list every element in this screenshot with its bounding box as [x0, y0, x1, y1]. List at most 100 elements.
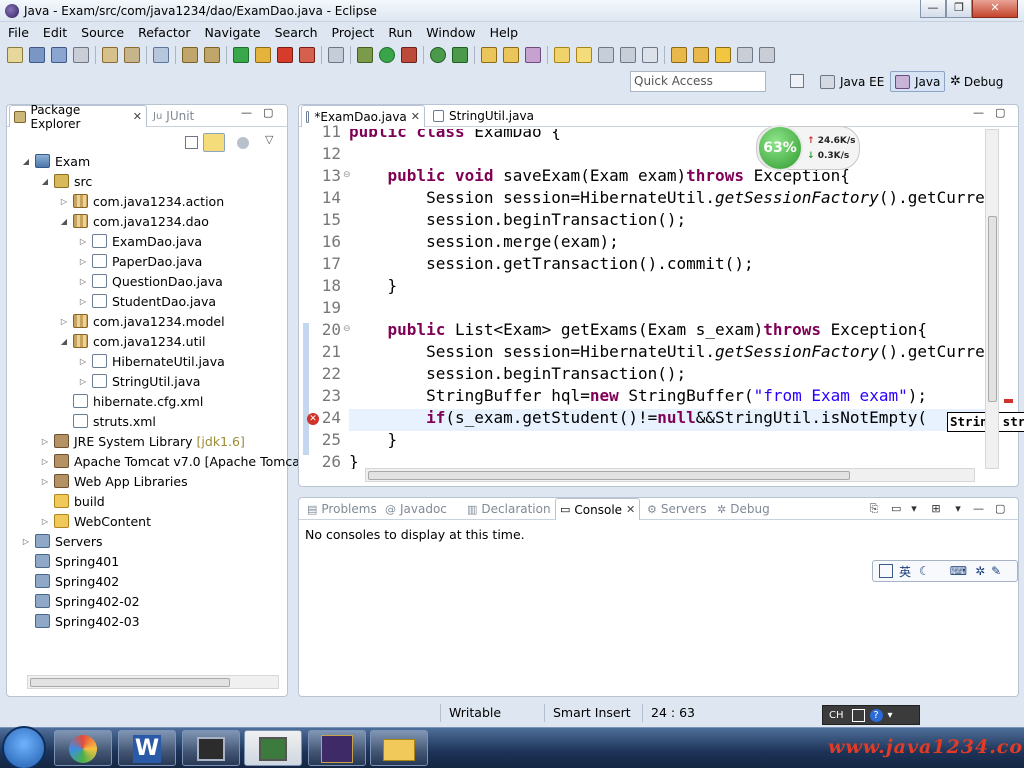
tree-item[interactable]: ▷ ExamDao.java [78, 231, 202, 251]
tree-item[interactable]: Spring401 [21, 551, 119, 571]
paragraph-icon[interactable] [642, 47, 658, 63]
tree-item[interactable]: Spring402 [21, 571, 119, 591]
tree-item[interactable]: ▷ Apache Tomcat v7.0 [Apache Tomca [40, 451, 300, 471]
editor-hscroll-thumb[interactable] [368, 471, 850, 480]
menu-window[interactable]: Window [426, 25, 475, 40]
view-menu-chevron-icon[interactable]: ▽ [265, 133, 273, 146]
maximize-view-icon[interactable]: ▢ [995, 107, 1005, 118]
code-line[interactable]: session.beginTransaction(); [349, 209, 686, 231]
language-bar-icon[interactable] [851, 708, 865, 722]
ime-toolbar[interactable]: 英 ☾ ⌨ ✲ ✎ [872, 560, 1018, 582]
skip-breakpoints-icon[interactable] [328, 47, 344, 63]
expanded-arrow-icon[interactable]: ◢ [40, 177, 50, 186]
code-line[interactable]: Session session=HibernateUtil.getSession… [349, 187, 985, 209]
taskbar-word-icon[interactable]: W [118, 730, 176, 766]
tree-item[interactable]: ▷ Web App Libraries [40, 471, 188, 491]
search-icon[interactable] [525, 47, 541, 63]
back-icon[interactable] [715, 47, 731, 63]
link-with-editor-icon[interactable] [203, 133, 225, 152]
console-menu-icon[interactable]: ▾ [909, 503, 919, 514]
display-console-icon[interactable]: ▭ [891, 503, 901, 514]
error-icon[interactable]: ✕ [307, 413, 319, 425]
ime-keyboard-icon[interactable]: ⌨ [950, 564, 967, 578]
tree-item[interactable]: ▷ PaperDao.java [78, 251, 202, 271]
tree-item[interactable]: struts.xml [59, 411, 156, 431]
code-line[interactable]: Session session=HibernateUtil.getSession… [349, 341, 985, 363]
minimize-view-icon[interactable]: — [973, 503, 984, 514]
editor-vscroll[interactable] [985, 129, 999, 469]
collapsed-arrow-icon[interactable]: ▷ [78, 297, 88, 306]
open-type-icon[interactable] [102, 47, 118, 63]
open-folder-icon[interactable] [481, 47, 497, 63]
perspective-java-ee[interactable]: Java EE [816, 71, 888, 92]
close-tab-icon[interactable]: ✕ [411, 110, 420, 123]
minimize-view-icon[interactable]: — [241, 107, 252, 118]
collapsed-arrow-icon[interactable]: ▷ [78, 357, 88, 366]
console-view-menu-icon[interactable]: ▾ [953, 503, 963, 514]
print-icon[interactable] [73, 47, 89, 63]
tab-stringutil[interactable]: StringUtil.java [429, 105, 538, 127]
editor-vscroll-thumb[interactable] [988, 216, 997, 402]
perspective-debug[interactable]: ✲ Debug [946, 71, 1007, 92]
explorer-hscroll-thumb[interactable] [30, 678, 230, 687]
collapsed-arrow-icon[interactable]: ▷ [40, 517, 50, 526]
open-file-icon[interactable] [503, 47, 519, 63]
code-line[interactable]: public List<Exam> getExams(Exam s_exam)t… [349, 319, 927, 341]
next-annotation-icon[interactable] [671, 47, 687, 63]
maximize-view-icon[interactable]: ▢ [995, 503, 1005, 514]
menu-search[interactable]: Search [275, 25, 318, 40]
tab-javadoc[interactable]: @ Javadoc [381, 498, 451, 520]
language-bar-menu-icon[interactable]: ▾ [888, 710, 893, 721]
tree-item[interactable]: ▷ WebContent [40, 511, 151, 531]
editor-hscroll[interactable] [365, 468, 975, 482]
taskbar-eclipse-icon[interactable] [308, 730, 366, 766]
menu-run[interactable]: Run [388, 25, 412, 40]
collapsed-arrow-icon[interactable]: ▷ [78, 237, 88, 246]
tree-item[interactable]: ▷ com.java1234.model [59, 311, 225, 331]
collapsed-arrow-icon[interactable]: ▷ [59, 197, 69, 206]
menu-project[interactable]: Project [332, 25, 375, 40]
ime-settings-icon[interactable]: ✲ [975, 564, 985, 578]
code-line[interactable]: session.beginTransaction(); [349, 363, 686, 385]
tree-item[interactable]: ▷ QuestionDao.java [78, 271, 223, 291]
ime-moon-icon[interactable]: ☾ [919, 564, 930, 578]
quick-access-field[interactable]: Quick Access [630, 71, 766, 92]
view-menu-gear-icon[interactable] [237, 137, 249, 149]
tree-item[interactable]: Spring402-03 [21, 611, 140, 631]
collapsed-arrow-icon[interactable]: ▷ [78, 257, 88, 266]
disconnect-icon[interactable] [299, 47, 315, 63]
tree-item[interactable]: ◢ com.java1234.util [59, 331, 206, 351]
menu-refactor[interactable]: Refactor [138, 25, 190, 40]
close-button[interactable]: ✕ [972, 0, 1018, 18]
minimize-button[interactable]: — [920, 0, 946, 18]
tab-declaration[interactable]: ▥ Declaration [463, 498, 555, 520]
tree-item[interactable]: ▷ StudentDao.java [78, 291, 216, 311]
tree-item[interactable]: ◢ Exam [21, 151, 90, 171]
error-marker[interactable] [1004, 399, 1013, 403]
new-icon[interactable] [7, 47, 23, 63]
code-line[interactable]: } [349, 429, 398, 451]
ime-wrench-icon[interactable]: ✎ [991, 564, 1001, 578]
menu-navigate[interactable]: Navigate [205, 25, 261, 40]
tree-item[interactable]: Spring402-02 [21, 591, 140, 611]
collapsed-arrow-icon[interactable]: ▷ [78, 277, 88, 286]
terminate-icon[interactable] [277, 47, 293, 63]
open-task-icon[interactable] [124, 47, 140, 63]
close-tab-icon[interactable]: ✕ [626, 503, 635, 516]
refresh-icon[interactable] [182, 47, 198, 63]
suspend-icon[interactable] [255, 47, 271, 63]
new-console-icon[interactable]: ⊞ [931, 503, 941, 514]
save-icon[interactable] [29, 47, 45, 63]
resume-icon[interactable] [233, 47, 249, 63]
tab-console[interactable]: ▭ Console ✕ [555, 498, 641, 520]
toggle-mark-occurrences-icon[interactable] [554, 47, 570, 63]
tree-item[interactable]: hibernate.cfg.xml [59, 391, 203, 411]
code-line[interactable]: StringBuffer hql=new StringBuffer("from … [349, 385, 927, 407]
ime-language[interactable]: 英 [899, 563, 911, 580]
taskbar-app-icon[interactable] [244, 730, 302, 766]
perspective-java[interactable]: Java [890, 71, 946, 92]
collapsed-arrow-icon[interactable]: ▷ [78, 377, 88, 386]
new-class-icon[interactable] [452, 47, 468, 63]
tree-item[interactable]: ▷ com.java1234.action [59, 191, 224, 211]
code-area[interactable]: public class ExamDao { public void saveE… [349, 129, 985, 469]
